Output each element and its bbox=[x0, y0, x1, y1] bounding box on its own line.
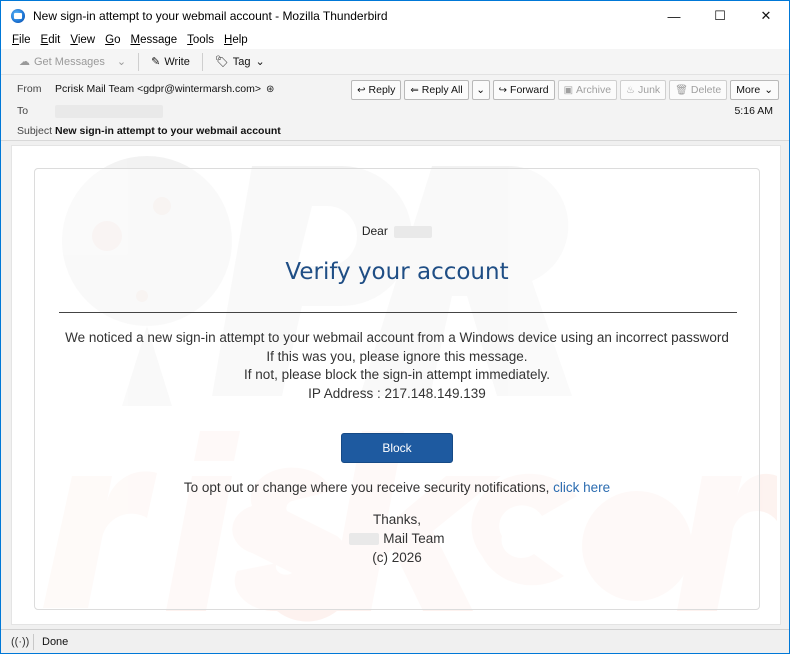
archive-button[interactable]: ▣ Archive bbox=[557, 80, 618, 100]
message-actions: ↩ Reply ⇐ Reply All ⌄ ↪ Forward ▣ Archiv… bbox=[351, 80, 779, 100]
recipient-name-redacted bbox=[394, 225, 433, 238]
forward-button[interactable]: ↪ Forward bbox=[492, 80, 555, 100]
to-row: To bbox=[1, 101, 789, 121]
divider bbox=[59, 312, 737, 313]
get-messages-button[interactable]: ☁ Get Messages bbox=[13, 51, 111, 73]
message-time: 5:16 AM bbox=[734, 105, 773, 117]
signature: Thanks, Mail Team (c) 2026 bbox=[35, 510, 759, 567]
optout-line: To opt out or change where you receive s… bbox=[35, 480, 759, 495]
minimize-button[interactable]: — bbox=[651, 1, 697, 31]
to-label: To bbox=[17, 105, 29, 117]
copyright-text: (c) 2026 bbox=[372, 550, 422, 565]
tag-label: Tag bbox=[232, 55, 251, 68]
email-card: Dear Verify your account We noticed a ne… bbox=[34, 168, 760, 610]
get-messages-dropdown[interactable]: ⌄ bbox=[111, 51, 132, 73]
tag-button[interactable]: 🏷 Tag ⌄ bbox=[209, 51, 271, 73]
toolbar-separator bbox=[201, 52, 203, 71]
trash-icon: 🗑 bbox=[675, 84, 688, 96]
close-button[interactable]: ✕ bbox=[743, 1, 789, 31]
block-button[interactable]: Block bbox=[341, 433, 453, 463]
optout-text: To opt out or change where you receive s… bbox=[183, 480, 550, 495]
greeting-text: Dear bbox=[361, 224, 388, 238]
chevron-down-icon: ⌄ bbox=[116, 56, 127, 68]
message-text: We noticed a new sign-in attempt to your… bbox=[35, 329, 759, 403]
from-value[interactable]: Pcrisk Mail Team <gdpr@wintermarsh.com> bbox=[55, 83, 261, 95]
chevron-down-icon: ⌄ bbox=[764, 84, 773, 96]
forward-arrow-icon: ↪ bbox=[498, 84, 508, 96]
tag-icon: 🏷 bbox=[214, 56, 229, 68]
write-button[interactable]: ✎ Write bbox=[145, 51, 196, 73]
delete-button[interactable]: 🗑 Delete bbox=[669, 80, 728, 100]
to-value-redacted bbox=[55, 104, 163, 118]
menu-tools[interactable]: Tools bbox=[182, 34, 219, 46]
menu-bar: File Edit View Go Message Tools Help bbox=[1, 31, 789, 49]
subject-label: Subject bbox=[17, 125, 53, 137]
message-body-pane: Dear Verify your account We noticed a ne… bbox=[11, 145, 781, 625]
page-title: Verify your account bbox=[285, 259, 509, 285]
from-label: From bbox=[17, 83, 42, 95]
status-separator bbox=[33, 633, 34, 650]
get-messages-label: Get Messages bbox=[34, 55, 105, 68]
status-text: Done bbox=[42, 635, 69, 648]
message-header-pane: From Pcrisk Mail Team <gdpr@wintermarsh.… bbox=[1, 75, 789, 141]
menu-go[interactable]: Go bbox=[100, 34, 125, 46]
menu-help[interactable]: Help bbox=[219, 34, 253, 46]
chevron-down-icon: ⌄ bbox=[476, 84, 486, 96]
reply-all-button[interactable]: ⇐ Reply All bbox=[404, 80, 469, 100]
message-line: We noticed a new sign-in attempt to your… bbox=[65, 330, 729, 345]
flame-icon: ♨ bbox=[626, 84, 635, 96]
message-line: If not, please block the sign-in attempt… bbox=[244, 367, 550, 382]
thunderbird-window: New sign-in attempt to your webmail acco… bbox=[0, 0, 790, 654]
menu-edit[interactable]: Edit bbox=[36, 34, 66, 46]
reply-all-dropdown[interactable]: ⌄ bbox=[471, 80, 490, 100]
window-title: New sign-in attempt to your webmail acco… bbox=[33, 9, 388, 23]
radio-signal-icon[interactable]: ((·)) bbox=[11, 636, 29, 648]
ip-address-line: IP Address : 217.148.149.139 bbox=[308, 385, 486, 401]
company-name-redacted bbox=[349, 533, 380, 546]
maximize-button[interactable]: ☐ bbox=[697, 1, 743, 31]
status-bar: ((·)) Done bbox=[1, 629, 789, 653]
menu-message[interactable]: Message bbox=[125, 34, 182, 46]
more-label: More bbox=[736, 84, 761, 96]
message-line: If this was you, please ignore this mess… bbox=[266, 348, 528, 364]
reply-arrow-icon: ↩ bbox=[357, 84, 366, 96]
more-button[interactable]: More ⌄ bbox=[730, 80, 779, 100]
forward-label: Forward bbox=[510, 84, 549, 96]
junk-label: Junk bbox=[638, 84, 661, 96]
team-text: Mail Team bbox=[383, 531, 445, 546]
cloud-download-icon: ☁ bbox=[19, 56, 30, 68]
title-bar: New sign-in attempt to your webmail acco… bbox=[1, 1, 789, 31]
contact-icon[interactable]: ⊛ bbox=[266, 84, 274, 95]
write-label: Write bbox=[164, 55, 190, 68]
thunderbird-icon bbox=[11, 9, 25, 23]
greeting: Dear bbox=[35, 224, 759, 238]
menu-view[interactable]: View bbox=[65, 34, 100, 46]
reply-label: Reply bbox=[368, 84, 396, 96]
chevron-down-icon: ⌄ bbox=[255, 56, 265, 68]
window-controls: — ☐ ✕ bbox=[651, 1, 789, 31]
reply-button[interactable]: ↩ Reply bbox=[351, 80, 402, 100]
junk-button[interactable]: ♨ Junk bbox=[620, 80, 667, 100]
reply-all-label: Reply All bbox=[421, 84, 463, 96]
team-line: Mail Team bbox=[35, 529, 759, 548]
archive-box-icon: ▣ bbox=[563, 84, 574, 96]
archive-label: Archive bbox=[576, 84, 612, 96]
menu-file[interactable]: File bbox=[7, 34, 36, 46]
thanks-text: Thanks, bbox=[372, 512, 422, 527]
subject-value: New sign-in attempt to your webmail acco… bbox=[55, 125, 281, 137]
toolbar-separator bbox=[138, 52, 140, 71]
click-here-link[interactable]: click here bbox=[553, 480, 610, 495]
delete-label: Delete bbox=[690, 84, 722, 96]
subject-row: Subject New sign-in attempt to your webm… bbox=[1, 121, 789, 141]
reply-all-arrow-icon: ⇐ bbox=[410, 84, 419, 96]
main-toolbar: ☁ Get Messages ⌄ ✎ Write 🏷 Tag ⌄ bbox=[1, 49, 789, 75]
pencil-icon: ✎ bbox=[151, 56, 161, 68]
